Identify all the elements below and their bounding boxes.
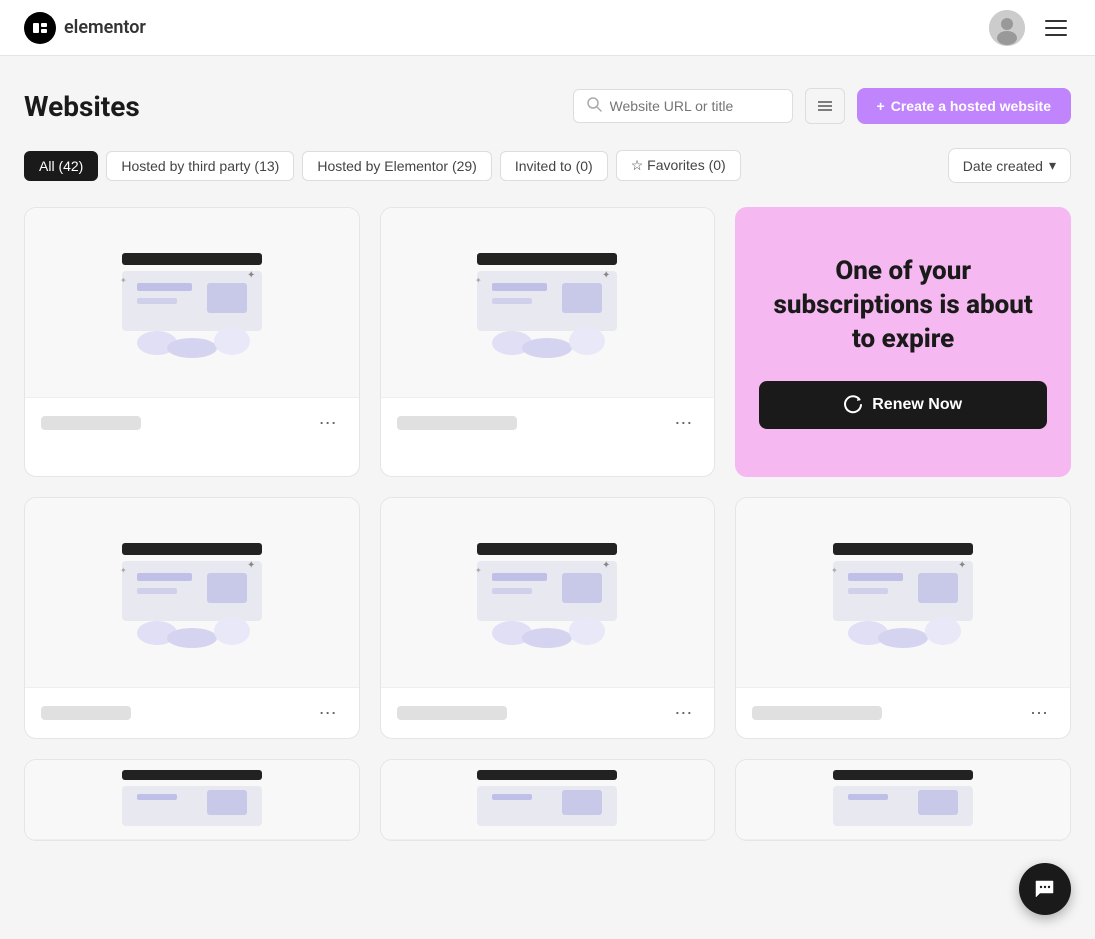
sort-dropdown[interactable]: Date created ▾ [948,148,1071,183]
svg-text:✦: ✦ [120,276,127,285]
chat-icon [1033,877,1057,901]
website-card[interactable]: ✦ ✦ ⋯ [24,207,360,477]
hamburger-line-3 [1045,34,1067,36]
star-icon: ☆ [631,157,644,173]
svg-text:✦: ✦ [475,276,482,285]
avatar[interactable] [989,10,1025,46]
website-card[interactable] [24,759,360,841]
hamburger-line-1 [1045,20,1067,22]
card-more-button[interactable]: ⋯ [668,412,698,434]
page-title: Websites [24,90,140,123]
main-content: Websites + Create [0,56,1095,873]
card-title [397,706,507,720]
search-icon [586,96,602,116]
list-icon [816,97,834,115]
logo-text: elementor [64,17,146,38]
card-more-button[interactable]: ⋯ [1024,702,1054,724]
card-thumbnail: ✦ ✦ [25,498,359,688]
svg-text:✦: ✦ [247,270,255,281]
site-preview-icon: ✦ ✦ [447,233,647,373]
svg-text:✦: ✦ [831,566,838,575]
page-header: Websites + Create [24,88,1071,124]
card-footer: ⋯ [25,688,359,738]
card-title [397,416,517,430]
logo-icon [24,12,56,44]
promo-title: One of your subscriptions is about to ex… [759,255,1047,356]
create-button-label: Create a hosted website [891,98,1051,114]
renew-icon [844,395,864,415]
card-thumbnail: ✦ ✦ [25,208,359,398]
site-preview-icon [803,759,1003,841]
filter-tabs: All (42) Hosted by third party (13) Host… [24,150,741,181]
card-footer: ⋯ [736,688,1070,738]
website-card[interactable] [380,759,716,841]
svg-text:✦: ✦ [120,566,127,575]
chevron-down-icon: ▾ [1049,157,1056,174]
card-more-button[interactable]: ⋯ [313,702,343,724]
website-card[interactable]: ✦ ✦ ⋯ [24,497,360,739]
svg-text:✦: ✦ [475,566,482,575]
website-card[interactable]: ✦ ✦ ⋯ [380,497,716,739]
subscription-promo-card: One of your subscriptions is about to ex… [735,207,1071,477]
card-thumbnail [381,760,715,840]
search-bar[interactable] [573,89,793,123]
app-header: elementor [0,0,1095,56]
website-card[interactable]: ✦ ✦ ⋯ [380,207,716,477]
header-right [989,10,1071,46]
website-card[interactable]: ✦ ✦ ⋯ [735,497,1071,739]
svg-text:✦: ✦ [602,270,610,281]
search-input[interactable] [610,98,770,114]
site-preview-icon [447,759,647,841]
logo[interactable]: elementor [24,12,146,44]
card-more-button[interactable]: ⋯ [313,412,343,434]
filters-row: All (42) Hosted by third party (13) Host… [24,148,1071,183]
card-thumbnail: ✦ ✦ [381,498,715,688]
renew-now-button[interactable]: Renew Now [759,381,1047,429]
site-preview-icon: ✦ ✦ [803,523,1003,663]
card-footer: ⋯ [25,398,359,448]
website-card[interactable] [735,759,1071,841]
card-title [752,706,882,720]
filter-tab-invited[interactable]: Invited to (0) [500,151,608,181]
filter-tab-favorites[interactable]: ☆ Favorites (0) [616,150,741,181]
site-preview-icon [92,759,292,841]
filter-tab-hosted-third-party[interactable]: Hosted by third party (13) [106,151,294,181]
sort-label: Date created [963,158,1043,174]
svg-text:✦: ✦ [247,560,255,571]
menu-button[interactable] [1041,16,1071,40]
filter-tab-all[interactable]: All (42) [24,151,98,181]
card-footer: ⋯ [381,398,715,448]
renew-button-label: Renew Now [872,396,962,414]
create-hosted-website-button[interactable]: + Create a hosted website [857,88,1071,124]
site-preview-icon: ✦ ✦ [92,233,292,373]
create-icon: + [877,98,885,114]
hamburger-line-2 [1045,27,1067,29]
card-footer: ⋯ [381,688,715,738]
site-preview-icon: ✦ ✦ [447,523,647,663]
card-thumbnail: ✦ ✦ [736,498,1070,688]
site-preview-icon: ✦ ✦ [92,523,292,663]
filter-tab-hosted-elementor[interactable]: Hosted by Elementor (29) [302,151,492,181]
chat-button[interactable] [1019,863,1071,915]
card-title [41,416,141,430]
card-thumbnail [25,760,359,840]
website-grid: ✦ ✦ ⋯ [24,207,1071,841]
card-title [41,706,131,720]
card-more-button[interactable]: ⋯ [668,702,698,724]
svg-text:✦: ✦ [958,560,966,571]
list-view-button[interactable] [805,88,845,124]
card-thumbnail: ✦ ✦ [381,208,715,398]
svg-text:✦: ✦ [602,560,610,571]
page-actions: + Create a hosted website [573,88,1071,124]
card-thumbnail [736,760,1070,840]
